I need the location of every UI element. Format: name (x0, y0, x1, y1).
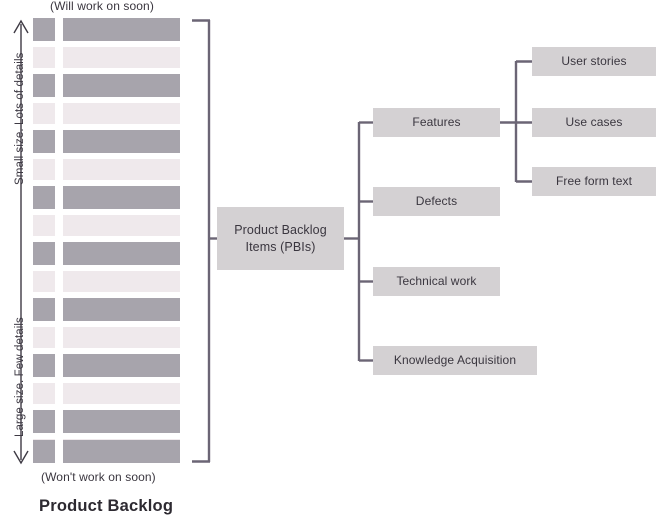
backlog-item-body (63, 271, 180, 292)
backlog-item-tag (33, 440, 55, 463)
axis-label-small-size: Small size. Lots of details (14, 52, 26, 185)
node-product-backlog-items[interactable]: Product Backlog Items (PBIs) (217, 207, 344, 270)
node-use-cases[interactable]: Use cases (532, 108, 656, 137)
node-user-stories[interactable]: User stories (532, 47, 656, 76)
backlog-item-body (63, 383, 180, 404)
caption-wont-work-on-soon: (Won't work on soon) (41, 470, 156, 484)
backlog-item-body (63, 242, 180, 265)
backlog-item-body (63, 130, 180, 153)
diagram-canvas: Small size. Lots of details Large size. … (0, 0, 658, 517)
page-title: Product Backlog (39, 497, 174, 515)
node-features[interactable]: Features (373, 108, 500, 137)
backlog-item-body (63, 327, 180, 348)
backlog-item-tag (33, 383, 55, 404)
backlog-item-body (63, 440, 180, 463)
caption-will-work-on-soon: (Will work on soon) (50, 0, 154, 13)
backlog-item-body (63, 74, 180, 97)
backlog-item-tag (33, 47, 55, 68)
backlog-item-body (63, 215, 180, 236)
backlog-item-tag (33, 354, 55, 377)
backlog-item-tag (33, 74, 55, 97)
backlog-item-tag (33, 298, 55, 321)
backlog-item-tag (33, 18, 55, 41)
backlog-item-tag (33, 215, 55, 236)
backlog-item-tag (33, 159, 55, 180)
backlog-item-tag (33, 327, 55, 348)
backlog-item-body (63, 354, 180, 377)
backlog-item-body (63, 410, 180, 433)
node-defects[interactable]: Defects (373, 187, 500, 216)
node-line-1: Product Backlog (234, 223, 327, 237)
backlog-item-body (63, 103, 180, 124)
backlog-item-tag (33, 103, 55, 124)
node-technical-work[interactable]: Technical work (373, 267, 500, 296)
backlog-item-body (63, 47, 180, 68)
backlog-item-body (63, 18, 180, 41)
backlog-item-tag (33, 186, 55, 209)
backlog-item-tag (33, 410, 55, 433)
backlog-item-body (63, 298, 180, 321)
node-free-form-text[interactable]: Free form text (532, 167, 656, 196)
node-line-2: Items (PBIs) (245, 239, 316, 254)
backlog-item-tag (33, 130, 55, 153)
axis-label-large-size: Large size. Few details (14, 317, 26, 437)
node-knowledge-acquisition[interactable]: Knowledge Acquisition (373, 346, 537, 375)
backlog-item-tag (33, 242, 55, 265)
backlog-item-body (63, 186, 180, 209)
backlog-item-tag (33, 271, 55, 292)
backlog-item-body (63, 159, 180, 180)
